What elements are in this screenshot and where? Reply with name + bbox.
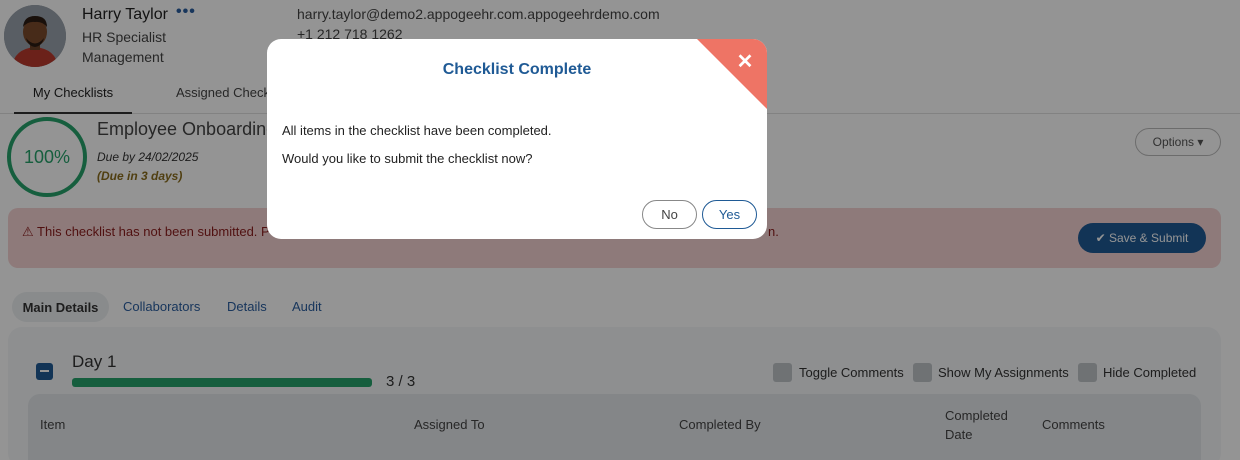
dialog-question: Would you like to submit the checklist n… [282,151,533,166]
dialog-message: All items in the checklist have been com… [282,123,552,138]
dialog-title: Checklist Complete [442,61,592,78]
no-button[interactable]: No [642,200,697,229]
checklist-complete-dialog: ✕ Checklist Complete All items in the ch… [267,39,767,239]
yes-button[interactable]: Yes [702,200,757,229]
